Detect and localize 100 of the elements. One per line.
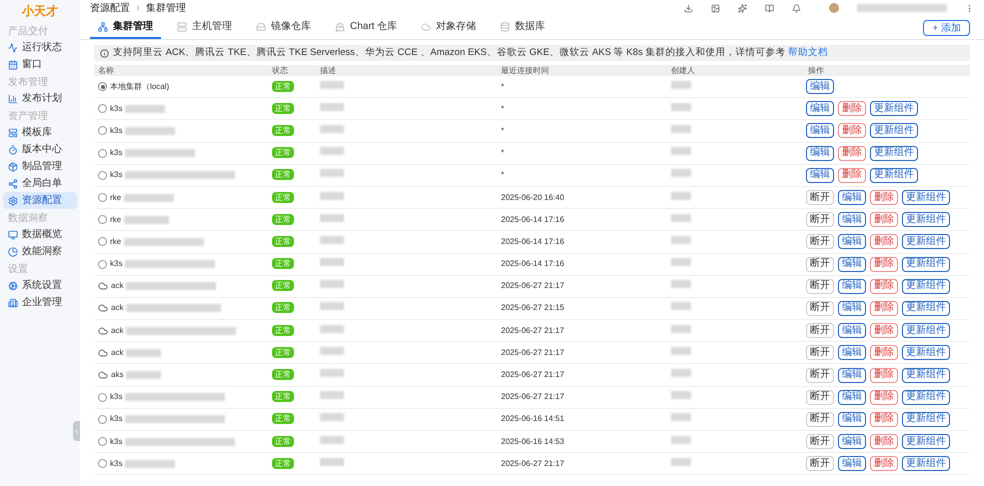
disconnect-button[interactable]: 断开 [806,434,834,450]
sidebar-item[interactable]: 效能洞察 [3,243,77,260]
delete-button[interactable]: 删除 [870,278,898,294]
edit-button[interactable]: 编辑 [838,234,866,250]
disconnect-button[interactable]: 断开 [806,234,834,250]
update-button[interactable]: 更新组件 [902,212,950,228]
disconnect-button[interactable]: 断开 [806,456,834,472]
edit-button[interactable]: 编辑 [838,256,866,272]
edit-button[interactable]: 编辑 [806,101,834,116]
edit-button[interactable]: 编辑 [838,278,866,294]
tab[interactable]: Chart 仓库 [327,16,406,39]
download-icon[interactable] [684,4,693,12]
update-button[interactable]: 更新组件 [902,234,950,250]
delete-button[interactable]: 删除 [870,212,898,228]
tab[interactable]: 数据库 [492,16,554,39]
edit-button[interactable]: 编辑 [838,434,866,450]
sidebar-item[interactable]: 版本中心 [3,141,77,158]
status-badge: 正常 [272,124,294,136]
update-button[interactable]: 更新组件 [902,412,950,427]
delete-button[interactable]: 删除 [870,190,898,206]
update-button[interactable]: 更新组件 [870,168,918,183]
update-button[interactable]: 更新组件 [902,456,950,472]
bell-icon[interactable] [792,4,801,12]
status-badge: 正常 [272,236,294,247]
edit-button[interactable]: 编辑 [838,212,866,228]
update-button[interactable]: 更新组件 [870,123,918,138]
delete-button[interactable]: 删除 [838,101,866,116]
delete-button[interactable]: 删除 [870,323,898,338]
sidebar-item[interactable]: 模板库 [3,124,77,141]
disconnect-button[interactable]: 断开 [806,412,834,427]
settings-icon [8,196,18,206]
disconnect-button[interactable]: 断开 [806,278,834,294]
disconnect-button[interactable]: 断开 [806,390,834,405]
edit-button[interactable]: 编辑 [838,412,866,427]
delete-button[interactable]: 删除 [870,256,898,272]
sidebar-item[interactable]: 运行状态 [3,39,77,56]
sidebar-item[interactable]: 发布计划 [3,90,77,107]
sidebar-item[interactable]: 系统设置 [3,277,77,294]
sidebar-item[interactable]: 全局白单 [3,175,77,192]
blurred-block [124,194,174,202]
edit-button[interactable]: 编辑 [806,123,834,138]
update-button[interactable]: 更新组件 [902,345,950,360]
edit-button[interactable]: 编辑 [838,368,866,383]
delete-button[interactable]: 删除 [838,146,866,161]
update-button[interactable]: 更新组件 [902,390,950,405]
update-button[interactable]: 更新组件 [870,146,918,161]
tab[interactable]: 镜像仓库 [248,16,319,39]
edit-button[interactable]: 编辑 [838,456,866,472]
sidebar-item[interactable]: 企业管理 [3,294,77,311]
delete-button[interactable]: 删除 [870,412,898,427]
cluster-name: ack [111,346,124,359]
edit-button[interactable]: 编辑 [838,390,866,405]
delete-button[interactable]: 删除 [870,390,898,405]
disconnect-button[interactable]: 断开 [806,256,834,272]
edit-button[interactable]: 编辑 [806,79,834,94]
column-header: 操作 [807,64,824,76]
book-icon[interactable] [765,4,774,12]
blurred-block [320,169,344,178]
tab[interactable]: 主机管理 [169,16,240,39]
image-icon[interactable] [711,4,720,12]
package-icon [8,162,18,172]
edit-button[interactable]: 编辑 [806,146,834,161]
update-button[interactable]: 更新组件 [902,323,950,338]
delete-button[interactable]: 删除 [870,234,898,250]
edit-button[interactable]: 编辑 [838,345,866,360]
delete-button[interactable]: 删除 [870,434,898,450]
update-button[interactable]: 更新组件 [902,190,950,206]
delete-button[interactable]: 删除 [870,300,898,316]
update-button[interactable]: 更新组件 [902,300,950,316]
delete-button[interactable]: 删除 [838,123,866,138]
blurred-block [671,346,691,355]
disconnect-button[interactable]: 断开 [806,368,834,383]
update-button[interactable]: 更新组件 [902,434,950,450]
add-button[interactable]: + 添加 [923,20,970,36]
delete-button[interactable]: 删除 [870,368,898,383]
update-button[interactable]: 更新组件 [902,368,950,383]
edit-button[interactable]: 编辑 [838,323,866,338]
tab[interactable]: 集群管理 [90,16,161,39]
tab[interactable]: 对象存储 [413,16,484,39]
breadcrumb-item[interactable]: 资源配置 [90,0,130,16]
update-button[interactable]: 更新组件 [902,256,950,272]
disconnect-button[interactable]: 断开 [806,190,834,206]
sidebar-item[interactable]: 资源配置 [3,192,77,209]
edit-button[interactable]: 编辑 [806,168,834,183]
sidebar-item[interactable]: 制品管理 [3,158,77,175]
sparkle-icon[interactable] [738,4,747,12]
delete-button[interactable]: 删除 [870,345,898,360]
help-link[interactable]: 帮助文档 [788,46,828,58]
delete-button[interactable]: 删除 [870,456,898,472]
disconnect-button[interactable]: 断开 [806,323,834,338]
update-button[interactable]: 更新组件 [902,278,950,294]
disconnect-button[interactable]: 断开 [806,212,834,228]
edit-button[interactable]: 编辑 [838,300,866,316]
edit-button[interactable]: 编辑 [838,190,866,206]
sidebar-item[interactable]: 窗口 [3,56,77,73]
disconnect-button[interactable]: 断开 [806,300,834,316]
delete-button[interactable]: 删除 [838,168,866,183]
disconnect-button[interactable]: 断开 [806,345,834,360]
update-button[interactable]: 更新组件 [870,101,918,116]
sidebar-item[interactable]: 数据概览 [3,226,77,243]
